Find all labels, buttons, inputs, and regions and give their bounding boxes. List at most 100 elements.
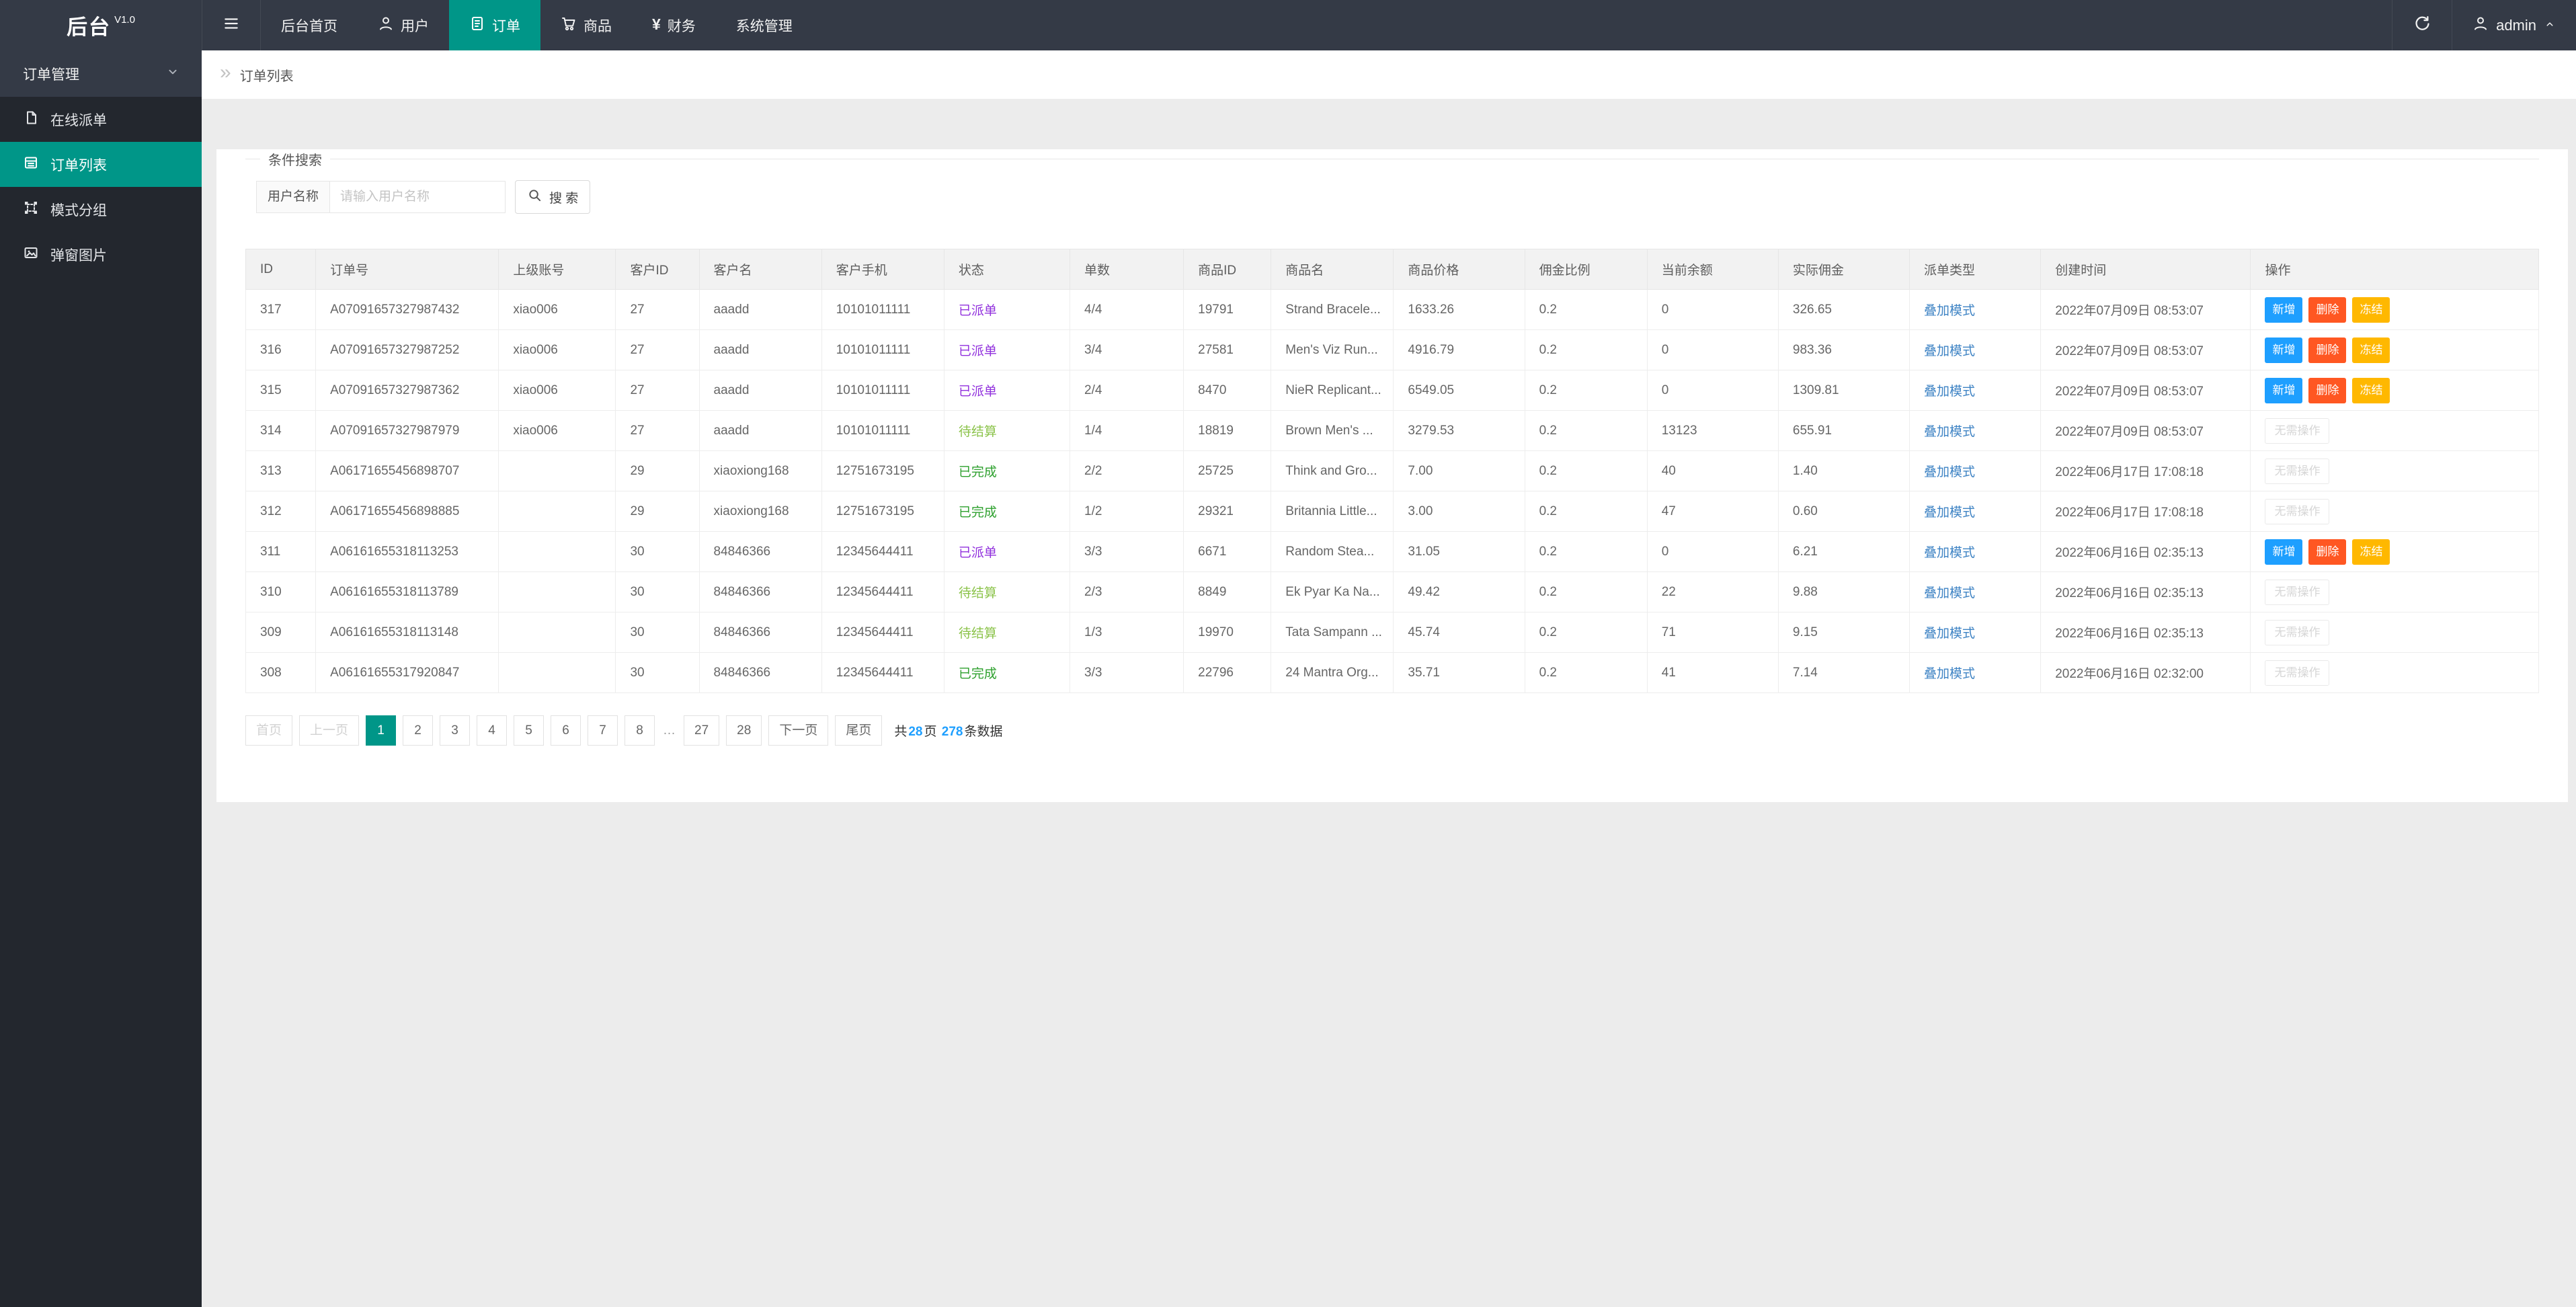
delete-button[interactable]: 删除 [2308, 539, 2346, 565]
topnav-item-finance[interactable]: ¥财务 [632, 0, 716, 50]
cell-commission-ratio: 0.2 [1525, 451, 1647, 491]
cell-parent-account [499, 612, 616, 653]
page-number-button-28[interactable]: 28 [726, 715, 762, 746]
cell-product-name: Tata Sampann ... [1271, 612, 1394, 653]
status-badge: 待结算 [959, 586, 997, 600]
topnav-item-label: 财务 [668, 15, 696, 36]
topnav-item-goods[interactable]: 商品 [540, 0, 632, 50]
cell-product-name: Random Stea... [1271, 532, 1394, 572]
cell-product-price: 1633.26 [1394, 290, 1525, 330]
search-button[interactable]: 搜 索 [515, 180, 590, 214]
dispatch-type-link[interactable]: 叠加模式 [1924, 304, 1975, 318]
status-badge: 待结算 [959, 425, 997, 439]
cell-balance: 0 [1647, 290, 1778, 330]
cell-customer-id: 30 [616, 572, 699, 612]
topnav-item-home[interactable]: 后台首页 [261, 0, 358, 50]
search-button-label: 搜 索 [549, 188, 578, 206]
topnav-item-users[interactable]: 用户 [358, 0, 449, 50]
add-button[interactable]: 新增 [2265, 297, 2302, 323]
table-row: 309A061616553181131483084846366123456444… [246, 612, 2539, 653]
add-button[interactable]: 新增 [2265, 378, 2302, 403]
pagination-summary: 共28页 278条数据 [894, 721, 1002, 740]
status-badge: 已完成 [959, 506, 997, 520]
cell-dispatch-type: 叠加模式 [1910, 491, 2041, 532]
dispatch-type-link[interactable]: 叠加模式 [1924, 385, 1975, 399]
cell-parent-account: xiao006 [499, 370, 616, 411]
page-next-button[interactable]: 下一页 [768, 715, 828, 746]
delete-button[interactable]: 删除 [2308, 297, 2346, 323]
page-number-button-3[interactable]: 3 [440, 715, 470, 746]
dispatch-type-link[interactable]: 叠加模式 [1924, 465, 1975, 479]
dispatch-type-link[interactable]: 叠加模式 [1924, 506, 1975, 520]
cell-customer-id: 30 [616, 653, 699, 693]
dispatch-type-link[interactable]: 叠加模式 [1924, 425, 1975, 439]
dispatch-type-link[interactable]: 叠加模式 [1924, 586, 1975, 600]
cell-count: 1/2 [1070, 491, 1184, 532]
search-input[interactable] [330, 181, 506, 213]
dispatch-type-link[interactable]: 叠加模式 [1924, 546, 1975, 560]
cell-customer-phone: 12751673195 [821, 491, 944, 532]
dispatch-type-link[interactable]: 叠加模式 [1924, 344, 1975, 358]
cell-product-id: 19791 [1184, 290, 1271, 330]
dispatch-type-link[interactable]: 叠加模式 [1924, 627, 1975, 641]
sidebar-toggle-button[interactable] [202, 0, 261, 50]
delete-button[interactable]: 删除 [2308, 378, 2346, 403]
cell-id: 310 [246, 572, 316, 612]
username: admin [2496, 17, 2536, 34]
cell-id: 311 [246, 532, 316, 572]
page-number-button-1[interactable]: 1 [366, 715, 396, 746]
cell-parent-account [499, 532, 616, 572]
app-name: 后台 [67, 10, 111, 40]
cell-id: 315 [246, 370, 316, 411]
no-op-button: 无需操作 [2265, 620, 2329, 645]
page-number-button-4[interactable]: 4 [477, 715, 507, 746]
status-badge: 已派单 [959, 304, 997, 318]
page-number-button-7[interactable]: 7 [588, 715, 618, 746]
cell-commission-ratio: 0.2 [1525, 572, 1647, 612]
cell-status: 已完成 [944, 653, 1070, 693]
sidebar-item-mode-group[interactable]: 模式分组 [0, 187, 202, 232]
refresh-button[interactable] [2392, 0, 2452, 50]
cell-product-name: NieR Replicant... [1271, 370, 1394, 411]
page-number-button-27[interactable]: 27 [684, 715, 719, 746]
sidebar-item-popup-image[interactable]: 弹窗图片 [0, 232, 202, 277]
topnav-item-orders[interactable]: 订单 [449, 0, 540, 50]
pagination: 首页上一页12345678…2728下一页尾页共28页 278条数据 [245, 715, 2539, 746]
cell-id: 316 [246, 330, 316, 370]
page-last-button[interactable]: 尾页 [835, 715, 882, 746]
search-fieldset: 条件搜索 [245, 149, 2539, 169]
cell-created-at: 2022年07月09日 08:53:07 [2041, 290, 2251, 330]
sidebar-item-order-list[interactable]: 订单列表 [0, 142, 202, 187]
cell-customer-name: 84846366 [699, 612, 821, 653]
cell-balance: 47 [1647, 491, 1778, 532]
page-number-button-8[interactable]: 8 [625, 715, 655, 746]
cell-commission-ratio: 0.2 [1525, 370, 1647, 411]
freeze-button[interactable]: 冻结 [2352, 539, 2390, 565]
cell-created-at: 2022年07月09日 08:53:07 [2041, 330, 2251, 370]
add-button[interactable]: 新增 [2265, 539, 2302, 565]
topnav-item-system[interactable]: 系统管理 [716, 0, 813, 50]
cell-balance: 40 [1647, 451, 1778, 491]
freeze-button[interactable]: 冻结 [2352, 338, 2390, 363]
cell-commission-ratio: 0.2 [1525, 411, 1647, 451]
cell-dispatch-type: 叠加模式 [1910, 653, 2041, 693]
page-number-button-5[interactable]: 5 [514, 715, 544, 746]
sidebar-item-online-dispatch[interactable]: 在线派单 [0, 97, 202, 142]
cell-customer-name: aaadd [699, 290, 821, 330]
freeze-button[interactable]: 冻结 [2352, 297, 2390, 323]
page-number-button-2[interactable]: 2 [403, 715, 433, 746]
add-button[interactable]: 新增 [2265, 338, 2302, 363]
column-header-16: 操作 [2251, 249, 2539, 290]
delete-button[interactable]: 删除 [2308, 338, 2346, 363]
cell-product-name: Britannia Little... [1271, 491, 1394, 532]
no-op-button: 无需操作 [2265, 580, 2329, 605]
sidebar-group-order-management[interactable]: 订单管理 [0, 50, 202, 97]
freeze-button[interactable]: 冻结 [2352, 378, 2390, 403]
cell-order-no: A06161655318113789 [316, 572, 499, 612]
page-number-button-6[interactable]: 6 [551, 715, 581, 746]
cell-commission-ratio: 0.2 [1525, 532, 1647, 572]
user-menu[interactable]: admin [2452, 0, 2576, 50]
cell-product-id: 18819 [1184, 411, 1271, 451]
cell-parent-account: xiao006 [499, 411, 616, 451]
dispatch-type-link[interactable]: 叠加模式 [1924, 667, 1975, 681]
